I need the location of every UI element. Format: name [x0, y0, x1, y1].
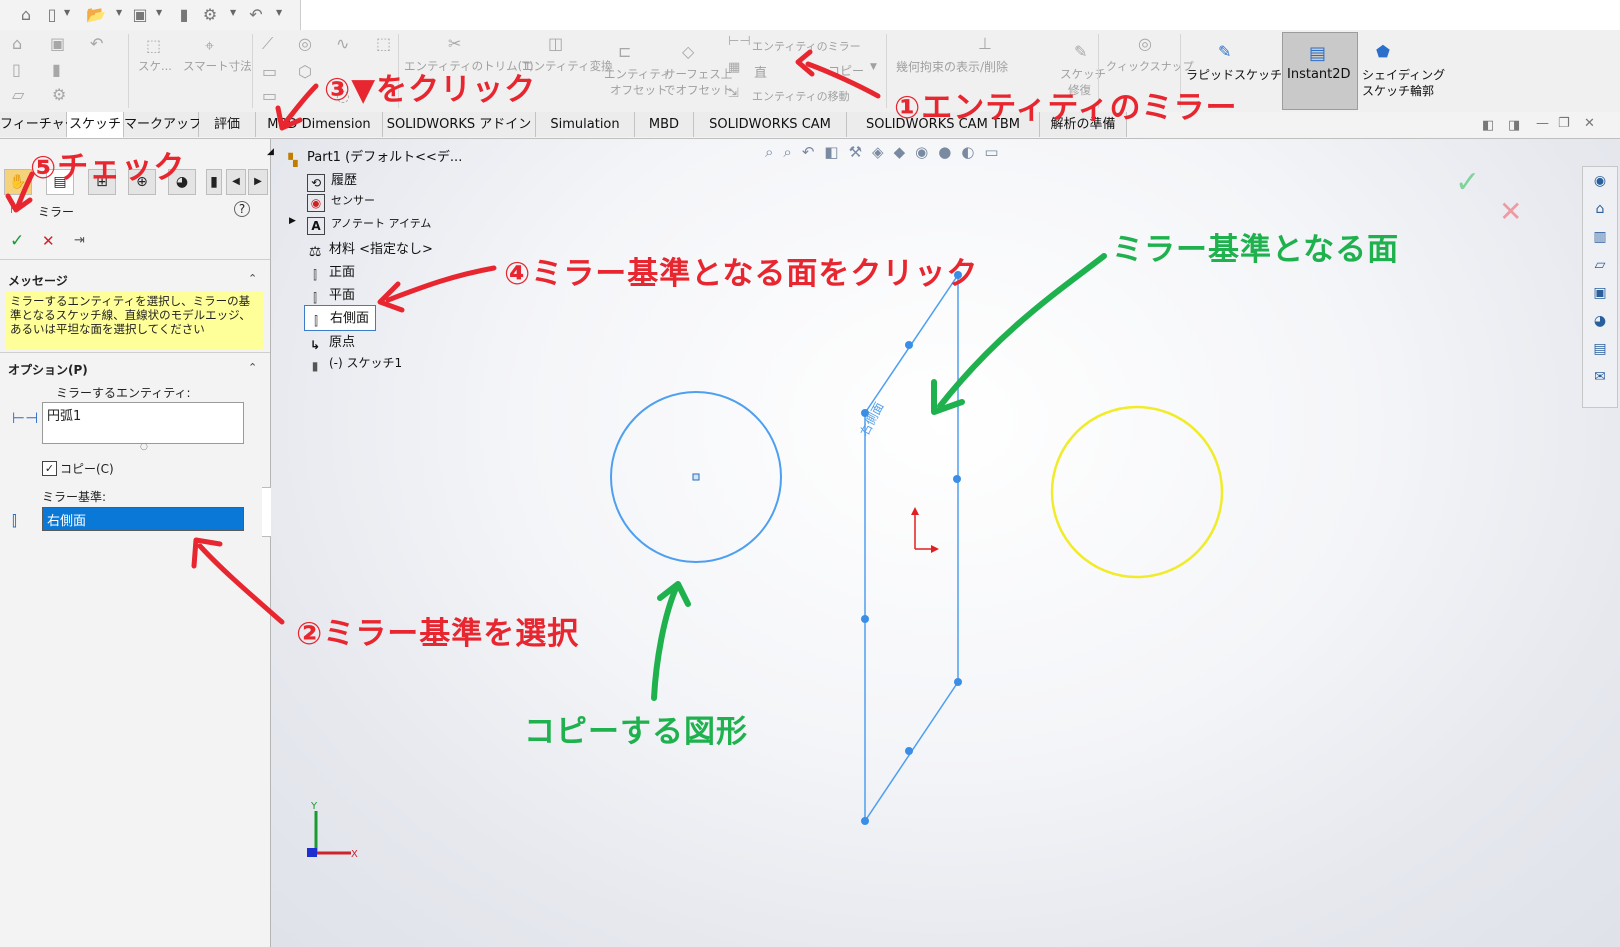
- annotation-step3: ③▼をクリック: [324, 72, 537, 108]
- annotation-step4: ④ミラー基準となる面をクリック: [504, 256, 979, 292]
- annotation-arrows: [5, 49, 1107, 701]
- annotation-copy-shape: コピーする図形: [524, 714, 748, 750]
- annotation-step1: ①エンティティのミラー: [894, 90, 1238, 126]
- annotation-step5: ⑤チェック: [30, 150, 186, 186]
- annotation-step2: ②ミラー基準を選択: [296, 616, 580, 652]
- annotation-mirror-plane: ミラー基準となる面: [1112, 232, 1400, 268]
